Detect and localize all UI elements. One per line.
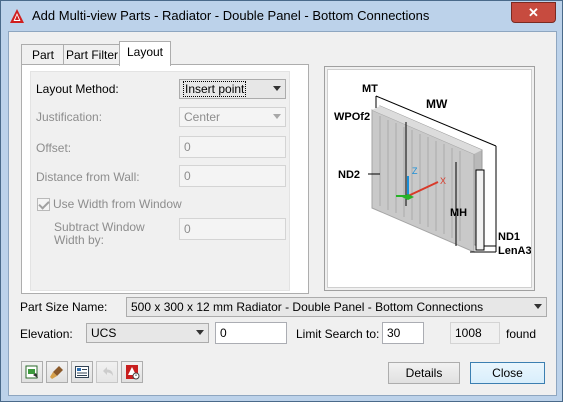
elevation-reference-value: UCS [91,326,117,340]
elevation-value: 0 [220,326,227,340]
preview-axis-z: Z [412,166,418,176]
justification-label: Justification: [36,110,103,124]
use-width-from-window-label: Use Width from Window [53,197,182,211]
limit-search-label: Limit Search to: [296,327,380,341]
distance-from-wall-label: Distance from Wall: [36,170,140,184]
tab-part-filter[interactable]: Part Filter [63,44,121,65]
chevron-down-icon [273,86,281,91]
dialog-window: Add Multi-view Parts - Radiator - Double… [0,0,563,402]
preview-label-nd2: ND2 [338,169,360,181]
details-button-label: Details [405,366,443,380]
close-button[interactable]: Close [470,362,545,384]
chevron-down-icon [196,330,204,335]
dialog-client: Part Part Filter Layout Layout Method: I… [8,31,557,396]
preview-label-mt: MT [362,83,378,95]
part-preview: MT MW WPOf2 ND2 MH ND1 LenA3 Z X [327,69,532,288]
details-button[interactable]: Details [388,362,460,384]
paint-brush-button[interactable] [46,361,68,383]
preview-label-mh: MH [450,207,467,219]
subtract-window-width-value: 0 [184,222,191,236]
justification-select[interactable]: Center [179,107,286,127]
replace-part-icon [25,365,38,379]
autocad-logo-icon [10,9,24,23]
part-preview-frame: MT MW WPOf2 ND2 MH ND1 LenA3 Z X [324,66,535,291]
distance-from-wall-input[interactable]: 0 [179,165,286,187]
close-button-label: Close [492,366,523,380]
tab-layout[interactable]: Layout [119,41,171,66]
subtract-window-width-input[interactable]: 0 [179,218,286,240]
window-title: Add Multi-view Parts - Radiator - Double… [32,8,430,23]
part-size-name-select[interactable]: 500 x 300 x 12 mm Radiator - Double Pane… [126,297,547,317]
undo-arrow-icon [103,367,113,376]
offset-label: Offset: [36,141,72,155]
offset-value: 0 [184,140,191,154]
preview-label-nd1: ND1 [498,231,520,243]
use-width-from-window-checkbox[interactable] [37,198,50,211]
properties-list-icon [75,366,89,378]
window-close-button[interactable]: ✕ [511,2,556,23]
catalog-icon [126,365,140,380]
layout-tab-panel: Layout Method: Insert point Justificatio… [21,64,309,294]
elevation-input[interactable]: 0 [215,322,287,344]
layout-method-label: Layout Method: [36,82,119,96]
found-count-box: 1008 [450,322,500,344]
distance-from-wall-value: 0 [184,169,191,183]
chevron-down-icon [273,114,281,119]
replace-part-button[interactable] [21,361,43,383]
layout-settings-group: Layout Method: Insert point Justificatio… [30,71,290,291]
title-bar[interactable]: Add Multi-view Parts - Radiator - Double… [1,1,562,31]
found-label: found [506,327,537,341]
preview-label-mw: MW [426,97,448,111]
undo-button[interactable] [96,361,118,383]
justification-value: Center [184,110,221,124]
chevron-down-icon [534,304,542,309]
preview-label-wpof2: WPOf2 [334,111,370,123]
part-size-name-label: Part Size Name: [20,300,108,314]
layout-method-value: Insert point [182,81,247,97]
preview-axis-x: X [440,176,446,186]
elevation-reference-select[interactable]: UCS [86,323,209,343]
paint-brush-icon [50,366,63,379]
limit-search-value: 30 [387,326,401,340]
subtract-window-label-line1: Subtract Window [54,220,145,234]
found-count-value: 1008 [455,326,482,340]
subtract-window-label-line2: Width by: [54,233,105,247]
radiator-preview-image: MT MW WPOf2 ND2 MH ND1 LenA3 Z X [334,83,531,257]
part-size-name-value: 500 x 300 x 12 mm Radiator - Double Pane… [131,300,484,314]
catalog-button[interactable] [121,361,143,383]
elevation-label: Elevation: [20,327,73,341]
offset-input[interactable]: 0 [179,136,286,158]
layout-method-select[interactable]: Insert point [179,79,286,99]
properties-list-button[interactable] [71,361,93,383]
tab-part[interactable]: Part [21,44,65,65]
limit-search-input[interactable]: 30 [382,322,424,344]
preview-label-lena3: LenA3 [498,245,531,257]
